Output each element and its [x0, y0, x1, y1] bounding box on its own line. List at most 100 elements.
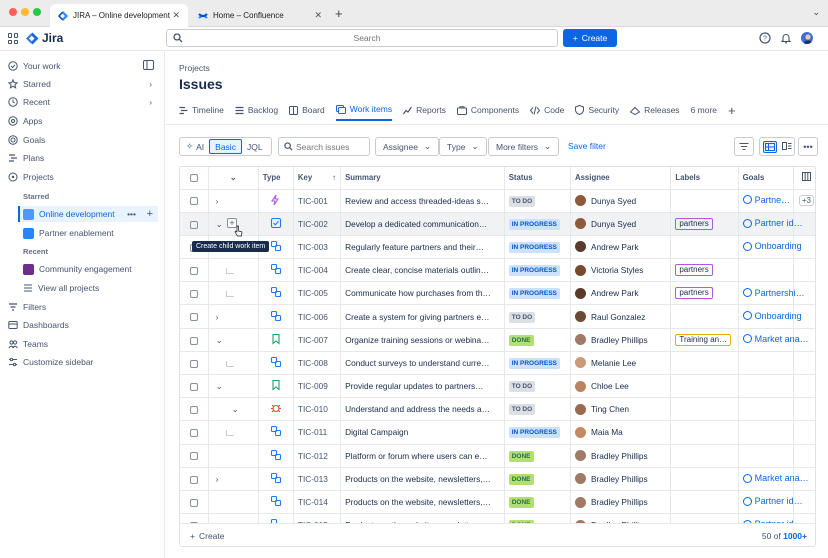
issue-key[interactable]: TIC-014 — [293, 490, 342, 515]
issue-summary[interactable]: Regularly feature partners and their… — [340, 235, 505, 260]
status-badge[interactable]: TO DO — [508, 404, 536, 416]
assignee-cell[interactable]: Andrew Park — [570, 281, 672, 306]
goals-cell[interactable] — [738, 420, 794, 445]
tab-security[interactable]: Security — [575, 99, 619, 121]
notifications-bell-icon[interactable] — [780, 32, 792, 44]
add-icon[interactable]: + — [147, 208, 153, 220]
goals-cell[interactable]: Onboarding — [738, 304, 802, 329]
issue-key[interactable]: TIC-002 — [293, 212, 342, 236]
row-checkbox[interactable] — [189, 452, 198, 461]
goal-link[interactable]: Partner id… — [742, 496, 803, 506]
assignee-cell[interactable]: Bradley Phillips — [570, 467, 672, 491]
status-badge[interactable]: IN PROGRESS — [508, 218, 560, 230]
user-avatar[interactable] — [800, 31, 814, 45]
issue-key[interactable]: TIC-012 — [293, 444, 342, 468]
assignee-cell[interactable]: Melanie Lee — [570, 351, 672, 376]
goals-cell[interactable]: Partner id… — [738, 490, 803, 515]
assignee-cell[interactable]: Maia Ma — [570, 420, 672, 445]
chevron-right-icon[interactable]: › — [149, 98, 152, 107]
chevron-right-icon[interactable]: › — [216, 196, 219, 206]
row-checkbox[interactable] — [189, 197, 198, 206]
issue-search[interactable] — [278, 137, 370, 156]
table-row[interactable]: TIC-014 Products on the website, newslett… — [180, 490, 815, 515]
ai-mode-button[interactable]: ✧ AI — [181, 139, 209, 154]
issue-summary[interactable]: Organize training sessions or webina… — [340, 328, 505, 352]
issue-summary[interactable]: Understand and address the needs a… — [340, 397, 505, 422]
table-row[interactable]: TIC-003 Regularly feature partners and th… — [180, 235, 815, 260]
row-checkbox[interactable] — [189, 290, 198, 299]
more-actions-button[interactable]: ••• — [798, 137, 818, 156]
issue-key[interactable]: TIC-010 — [293, 397, 342, 422]
close-window-icon[interactable] — [9, 8, 17, 16]
row-checkbox[interactable] — [189, 220, 198, 229]
table-row[interactable]: ⌄ TIC-009 Provide regular updates to partn… — [180, 374, 815, 399]
label-chip[interactable]: Training an… — [675, 333, 732, 346]
label-chip[interactable]: partners — [675, 264, 713, 277]
goals-cell[interactable] — [738, 258, 794, 283]
label-chip[interactable]: partners — [675, 287, 713, 300]
sort-ascending-icon[interactable]: ↑ — [332, 173, 336, 182]
sidebar-item-teams[interactable]: Teams — [8, 336, 158, 352]
sidebar-item-dashboards[interactable]: Dashboards — [8, 317, 158, 333]
status-badge[interactable]: DONE — [508, 450, 534, 462]
sidebar-item-plans[interactable]: Plans — [8, 150, 158, 166]
issue-key[interactable]: TIC-007 — [293, 328, 342, 352]
status-badge[interactable]: DONE — [508, 497, 534, 509]
assignee-cell[interactable]: Andrew Park — [570, 235, 672, 260]
breadcrumb[interactable]: Projects — [179, 63, 210, 73]
app-switcher-icon[interactable] — [8, 33, 19, 44]
sidebar-item-filters[interactable]: Filters — [8, 299, 158, 315]
column-picker-icon[interactable] — [801, 172, 811, 182]
help-icon[interactable]: ? — [759, 32, 771, 44]
results-count-total[interactable]: 1000+ — [783, 531, 807, 541]
tab-more[interactable]: 6 more — [691, 99, 717, 121]
goal-link[interactable]: Partner id… — [742, 218, 803, 228]
column-header-type[interactable]: Type — [258, 167, 294, 190]
issue-key[interactable]: TIC-001 — [293, 189, 342, 213]
minimize-window-icon[interactable] — [21, 8, 29, 16]
goals-cell[interactable] — [738, 444, 794, 468]
labels-cell[interactable] — [670, 490, 739, 515]
assignee-filter[interactable]: Assignee ⌄ — [375, 137, 440, 156]
goals-cell[interactable]: Partne… — [738, 189, 794, 213]
issue-summary[interactable]: Products on the website, newsletters,… — [340, 490, 505, 515]
table-row[interactable]: › TIC-013 Products on the website, newslet… — [180, 467, 815, 491]
row-checkbox[interactable] — [189, 475, 198, 484]
row-checkbox[interactable] — [189, 336, 198, 345]
labels-cell[interactable]: partners — [670, 212, 739, 236]
status-badge[interactable]: DONE — [508, 473, 534, 485]
browser-tab-jira[interactable]: JIRA – Online development ✕ — [50, 4, 188, 27]
sidebar-item-your-work[interactable]: Your work — [8, 58, 158, 74]
zoom-window-icon[interactable] — [33, 8, 41, 16]
goals-cell[interactable]: Market ana… — [738, 328, 809, 352]
column-header-assignee[interactable]: Assignee — [570, 167, 672, 190]
detail-view-icon[interactable] — [781, 141, 792, 152]
column-header-labels[interactable]: Labels — [670, 167, 739, 190]
goals-cell[interactable] — [738, 351, 794, 376]
chevron-right-icon[interactable]: › — [216, 312, 219, 322]
assignee-cell[interactable]: Dunya Syed — [570, 212, 672, 236]
row-checkbox[interactable] — [189, 382, 198, 391]
tab-reports[interactable]: Reports — [403, 99, 446, 121]
more-goals-badge[interactable]: +3 — [798, 195, 814, 207]
column-header-summary[interactable]: Summary — [340, 167, 505, 190]
issue-key[interactable]: TIC-005 — [293, 281, 342, 306]
row-checkbox[interactable] — [189, 498, 198, 507]
labels-cell[interactable]: partners — [670, 258, 739, 283]
new-tab-button[interactable]: + — [335, 6, 343, 21]
list-view-icon[interactable] — [762, 140, 777, 153]
table-row[interactable]: TIC-004 Create clear, concise materials o… — [180, 258, 815, 283]
issue-key[interactable]: TIC-008 — [293, 351, 342, 376]
tab-work-items[interactable]: Work items — [335, 99, 393, 121]
labels-cell[interactable] — [670, 467, 739, 491]
issue-search-input[interactable] — [296, 139, 366, 154]
table-row[interactable]: › TIC-001 Review and access threaded-ideas… — [180, 189, 815, 213]
chevron-right-icon[interactable]: › — [216, 474, 219, 484]
labels-cell[interactable]: Training an… — [670, 328, 739, 352]
labels-cell[interactable] — [670, 304, 739, 329]
browser-tab-confluence[interactable]: Home – Confluence ✕ — [190, 4, 330, 27]
issue-summary[interactable]: Platform or forum where users can e… — [340, 444, 505, 468]
labels-cell[interactable] — [670, 397, 739, 422]
status-badge[interactable]: IN PROGRESS — [508, 265, 560, 277]
tab-list-chevron-icon[interactable]: ⌄ — [812, 7, 820, 18]
